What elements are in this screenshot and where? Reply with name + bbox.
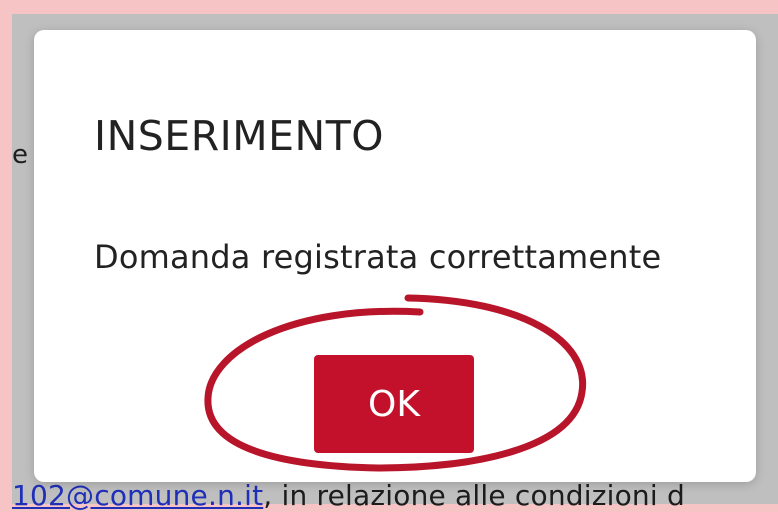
background-text-fragment: e — [12, 140, 28, 170]
confirmation-dialog: INSERIMENTO Domanda registrata correttam… — [34, 30, 756, 482]
ok-button[interactable]: OK — [314, 355, 474, 453]
dialog-message: Domanda registrata correttamente — [94, 238, 662, 276]
bottom-text-continuation: , in relazione alle condizioni d — [263, 479, 685, 512]
email-link[interactable]: 102@comune.n.it — [12, 479, 263, 512]
dialog-title: INSERIMENTO — [94, 112, 385, 160]
background-bottom-text: 102@comune.n.it, in relazione alle condi… — [12, 479, 685, 512]
